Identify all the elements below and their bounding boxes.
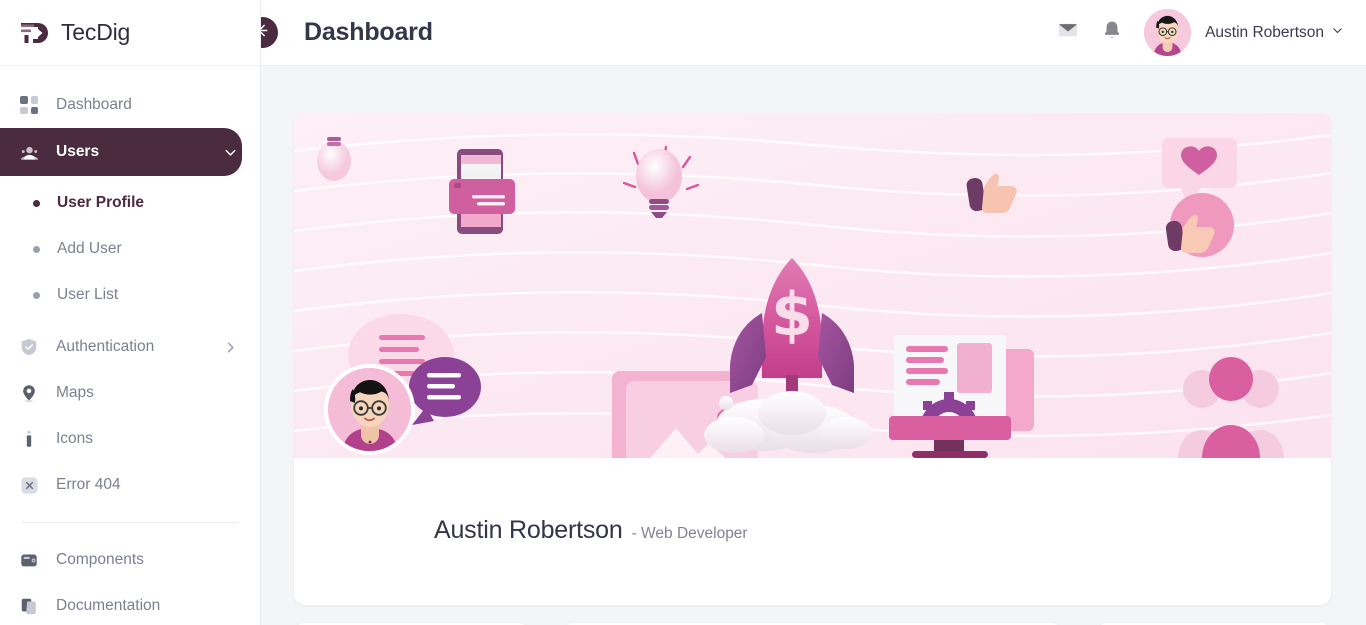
- users-icon: [18, 141, 40, 163]
- bell-icon: [1101, 19, 1123, 46]
- profile-footer: Austin Robertson - Web Developer: [294, 364, 1331, 605]
- chevron-right-icon[interactable]: [223, 340, 238, 355]
- sidebar-subitem-add-user[interactable]: Add User: [0, 226, 260, 272]
- chevron-down-icon: [1331, 24, 1344, 42]
- sidebar-item-label: Error 404: [56, 476, 121, 493]
- app-root: TecDig Dashboard Users User Profile Add …: [0, 0, 1366, 625]
- sidebar-item-error-404[interactable]: Error 404: [0, 462, 260, 508]
- profile-banner-illustration: $: [294, 113, 1331, 458]
- notifications-button[interactable]: [1090, 11, 1134, 55]
- brand-name: TecDig: [61, 19, 131, 45]
- sidebar-item-maps[interactable]: Maps: [0, 370, 260, 416]
- sidebar-divider: [22, 522, 238, 523]
- page-title: Dashboard: [304, 18, 433, 46]
- bullet-icon: [33, 245, 40, 253]
- envelope-icon: [1057, 19, 1079, 46]
- documents-icon: [18, 595, 40, 617]
- sidebar-item-label: Documentation: [56, 597, 161, 614]
- sidebar-item-label: Authentication: [56, 338, 155, 355]
- sidebar-submenu-users: User Profile Add User User List: [0, 176, 260, 324]
- shield-check-icon: [18, 336, 40, 358]
- sidebar-nav: Dashboard Users User Profile Add User Us…: [0, 66, 260, 625]
- sidebar-item-dashboard[interactable]: Dashboard: [0, 82, 260, 128]
- sidebar-subitem-label: User List: [57, 286, 119, 303]
- sidebar-item-label: Dashboard: [56, 96, 132, 113]
- sidebar-subitem-label: Add User: [57, 240, 122, 257]
- avatar[interactable]: [1144, 9, 1192, 56]
- error-x-icon: [18, 474, 40, 496]
- banner-artwork: $: [294, 113, 1331, 458]
- sidebar-item-authentication[interactable]: Authentication: [0, 324, 260, 370]
- sidebar: TecDig Dashboard Users User Profile Add …: [0, 0, 261, 625]
- brand[interactable]: TecDig: [0, 0, 260, 66]
- sidebar-subitem-user-list[interactable]: User List: [0, 272, 260, 318]
- user-menu-label: Austin Robertson: [1205, 23, 1324, 41]
- bullet-icon: [33, 291, 40, 299]
- sidebar-subitem-user-profile[interactable]: User Profile: [0, 180, 260, 226]
- main-content: $ Austin Robertson - Web Developer: [261, 66, 1366, 625]
- sidebar-item-label: Components: [56, 551, 144, 568]
- wallet-icon: [18, 549, 40, 571]
- sidebar-item-users[interactable]: Users: [0, 128, 242, 176]
- top-header: Dashboard Austin Robertson: [247, 0, 1366, 66]
- profile-name: Austin Robertson: [434, 516, 623, 544]
- sidebar-subitem-label: User Profile: [57, 194, 145, 211]
- sidebar-item-label: Maps: [56, 384, 94, 401]
- sidebar-item-documentation[interactable]: Documentation: [0, 583, 260, 625]
- grid-icon: [18, 94, 40, 116]
- info-icon: [18, 428, 40, 450]
- messages-button[interactable]: [1046, 11, 1090, 55]
- sidebar-item-components[interactable]: Components: [0, 537, 260, 583]
- sidebar-item-label: Users: [56, 143, 100, 160]
- header-actions: Austin Robertson: [1046, 9, 1366, 56]
- profile-role: - Web Developer: [631, 525, 748, 542]
- profile-avatar[interactable]: [324, 364, 415, 455]
- map-pin-icon: [18, 382, 40, 404]
- tecdig-logo-icon: [18, 19, 52, 47]
- profile-identity: Austin Robertson - Web Developer: [434, 516, 748, 545]
- user-menu[interactable]: Austin Robertson: [1205, 24, 1344, 42]
- sidebar-item-icons[interactable]: Icons: [0, 416, 260, 462]
- main-scrollbar[interactable]: [1360, 66, 1366, 625]
- profile-card: $ Austin Robertson - Web Developer: [294, 113, 1331, 605]
- chevron-down-icon[interactable]: [223, 145, 238, 160]
- svg-text:$: $: [771, 280, 813, 350]
- bullet-icon: [33, 199, 40, 207]
- sidebar-item-label: Icons: [56, 430, 94, 447]
